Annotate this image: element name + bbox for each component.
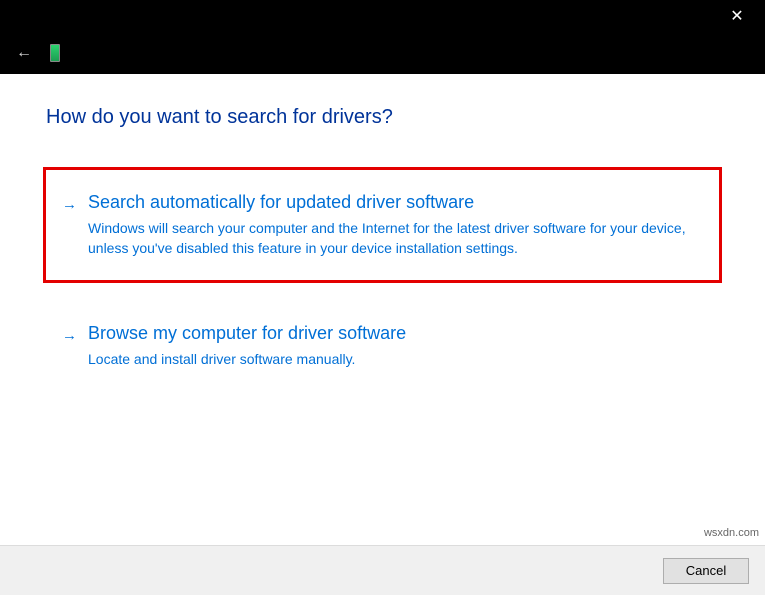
option-browse-computer[interactable]: → Browse my computer for driver software… — [46, 301, 719, 392]
option-title: Browse my computer for driver software — [88, 323, 695, 344]
titlebar: ✕ — [0, 0, 765, 32]
page-title: How do you want to search for drivers? — [46, 106, 719, 129]
option-description: Locate and install driver software manua… — [88, 350, 695, 370]
navbar: ← — [0, 32, 765, 74]
option-title: Search automatically for updated driver … — [88, 192, 695, 213]
close-icon[interactable]: ✕ — [727, 6, 747, 26]
footer: Cancel — [0, 545, 765, 595]
arrow-right-icon: → — [62, 327, 77, 344]
watermark: wsxdn.com — [704, 527, 759, 539]
arrow-right-icon: → — [62, 196, 77, 213]
cancel-button[interactable]: Cancel — [663, 558, 749, 584]
content-area: How do you want to search for drivers? →… — [0, 74, 765, 392]
device-icon — [50, 44, 60, 62]
option-search-automatically[interactable]: → Search automatically for updated drive… — [43, 167, 722, 283]
option-description: Windows will search your computer and th… — [88, 219, 695, 258]
spacer — [46, 283, 719, 301]
back-icon[interactable]: ← — [16, 44, 32, 62]
